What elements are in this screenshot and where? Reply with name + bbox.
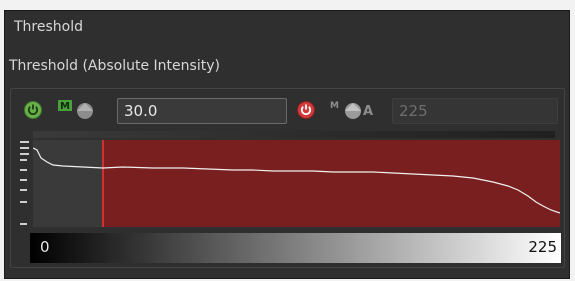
intensity-gradient-bar: 0 225 (30, 233, 561, 263)
panel-subtitle: Threshold (Absolute Intensity) (9, 58, 220, 74)
svg-text:M: M (330, 101, 339, 111)
svg-text:A: A (363, 104, 373, 119)
range-max-label: 225 (528, 238, 557, 256)
histogram-range-slider[interactable] (33, 131, 555, 138)
svg-text:M: M (60, 101, 70, 112)
max-gray-icon[interactable]: M A (330, 98, 382, 122)
panel-title: Threshold (14, 19, 83, 35)
intensity-histogram[interactable] (33, 140, 560, 227)
upper-threshold-input[interactable] (392, 98, 558, 124)
threshold-region (103, 140, 560, 227)
range-min-label: 0 (40, 238, 50, 256)
below-threshold-region (33, 140, 103, 227)
histogram-y-ticks (20, 141, 30, 231)
power-green-icon[interactable] (24, 101, 42, 119)
power-red-icon[interactable] (297, 101, 315, 119)
min-gray-icon[interactable]: M (58, 98, 100, 122)
threshold-panel: Threshold Threshold (Absolute Intensity)… (0, 0, 575, 281)
lower-threshold-input[interactable] (117, 98, 287, 124)
